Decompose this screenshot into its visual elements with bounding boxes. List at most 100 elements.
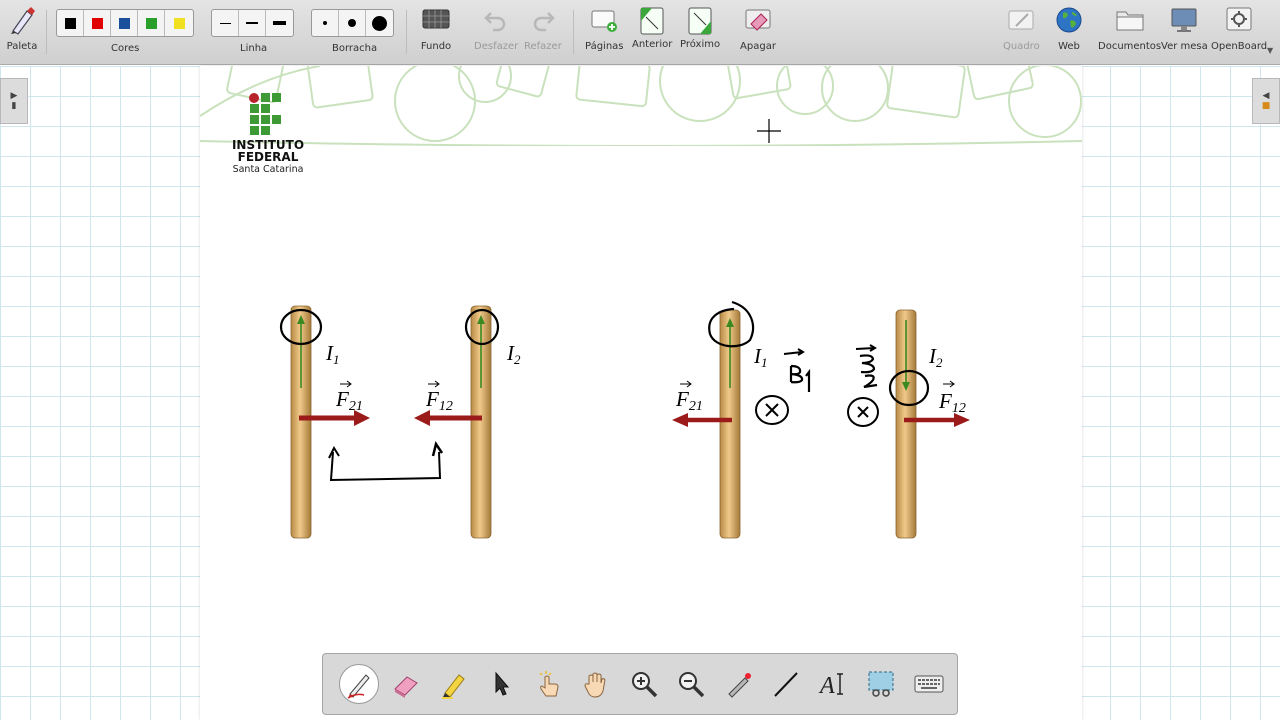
svg-text:A: A <box>818 673 835 699</box>
background-label: Fundo <box>420 41 452 52</box>
clear-label: Apagar <box>740 41 776 52</box>
right-panel-toggle[interactable]: ◀ ■ <box>1252 78 1280 124</box>
add-page-icon <box>586 4 622 36</box>
board-icon <box>1003 4 1039 36</box>
redo-label: Refazer <box>524 41 562 52</box>
line-tool[interactable] <box>763 662 811 706</box>
pages-button[interactable]: Páginas <box>585 4 624 52</box>
current-label-1: I1 <box>325 341 340 367</box>
eraser-label: Borracha <box>332 43 378 54</box>
pen-icon <box>347 674 370 699</box>
repulsion-diagram: I1 I2 F21 F12 <box>672 300 970 539</box>
eraser-tool[interactable] <box>383 662 431 706</box>
color-yellow-swatch[interactable] <box>165 10 193 36</box>
force-arrow-left <box>672 413 688 427</box>
pointing-hand-icon <box>539 671 559 697</box>
chevron-left-icon: ◀ <box>1262 91 1270 101</box>
ifsc-logo-mark <box>249 93 281 135</box>
board-mode-button[interactable]: Quadro <box>1003 4 1040 52</box>
color-red-swatch[interactable] <box>84 10 111 36</box>
current-label-2: I2 <box>928 344 943 370</box>
folder-icon <box>1112 4 1148 36</box>
globe-icon <box>1051 4 1087 36</box>
colors-label: Cores <box>111 43 140 54</box>
toolbar-divider <box>573 10 574 54</box>
clear-page-icon <box>740 4 776 36</box>
field-b2-handwritten <box>859 354 878 389</box>
ifsc-logo: INSTITUTO FEDERAL Santa Catarina <box>230 92 306 176</box>
web-button[interactable]: Web <box>1051 4 1087 52</box>
chevron-right-icon: ▶ <box>10 91 18 101</box>
marker-tool[interactable] <box>430 662 478 706</box>
left-panel-toggle[interactable]: ▶ ▮ <box>0 78 28 124</box>
undo-button[interactable]: Desfazer <box>474 4 518 52</box>
color-blue-swatch[interactable] <box>111 10 138 36</box>
pages-label: Páginas <box>585 41 624 52</box>
text-tool[interactable]: A <box>810 662 858 706</box>
arrow-pointer-icon <box>495 671 510 696</box>
previous-page-button[interactable]: Anterior <box>632 4 672 50</box>
hand-drawn-bracket <box>329 451 442 482</box>
line-icon <box>774 672 798 697</box>
capture-icon <box>868 671 894 697</box>
openboard-label: OpenBoard <box>1211 41 1268 52</box>
attraction-diagram: I1 I2 F21 F12 <box>279 305 521 539</box>
zoom-out-tool[interactable] <box>668 662 716 706</box>
next-page-button[interactable]: Próximo <box>680 4 720 50</box>
library-icon: ■ <box>1261 101 1271 111</box>
interact-tool[interactable] <box>525 662 573 706</box>
color-green-swatch[interactable] <box>138 10 165 36</box>
background-button[interactable]: Fundo <box>418 4 454 52</box>
eraser-small-option[interactable] <box>312 10 339 36</box>
capture-tool[interactable] <box>858 662 906 706</box>
gear-icon <box>1221 4 1257 36</box>
text-icon: A <box>818 673 843 699</box>
next-page-label: Próximo <box>680 39 721 50</box>
palette-button[interactable]: Paleta <box>4 4 40 52</box>
main-toolbar: Paleta Cores Linha Borracha Fundo Desfaz… <box>0 0 1280 65</box>
line-thin-option[interactable] <box>212 10 239 36</box>
openboard-menu-button[interactable]: OpenBoard <box>1211 4 1267 52</box>
logo-line-3: Santa Catarina <box>232 164 304 175</box>
show-desktop-button[interactable]: Ver mesa <box>1161 4 1208 52</box>
web-label: Web <box>1058 41 1080 52</box>
current-label-1: I1 <box>753 344 768 370</box>
laser-pointer-tool[interactable] <box>715 662 763 706</box>
highlighter-icon <box>441 674 465 699</box>
zoom-in-tool[interactable] <box>620 662 668 706</box>
eraser-large-option[interactable] <box>366 10 393 36</box>
line-medium-option[interactable] <box>239 10 266 36</box>
header-pattern <box>200 66 1082 146</box>
documents-button[interactable]: Documentos <box>1098 4 1161 52</box>
previous-page-icon <box>634 4 670 36</box>
eraser-size-group <box>311 9 394 37</box>
current-label-2: I2 <box>506 341 521 367</box>
crosshair-cursor-icon <box>757 119 781 143</box>
documents-label: Documentos <box>1098 41 1162 52</box>
keyboard-tool[interactable] <box>905 662 953 706</box>
palette-label: Paleta <box>6 41 38 52</box>
monitor-icon <box>1166 4 1202 36</box>
eraser-medium-option[interactable] <box>339 10 366 36</box>
hand-tool[interactable] <box>573 662 621 706</box>
force-label-12: F12 <box>425 387 453 414</box>
hand-icon <box>584 672 606 698</box>
clear-page-button[interactable]: Apagar <box>740 4 776 52</box>
line-thick-option[interactable] <box>266 10 293 36</box>
grid-background-icon <box>418 4 454 36</box>
undo-icon <box>478 4 514 36</box>
line-label: Linha <box>240 43 268 54</box>
redo-button[interactable]: Refazer <box>524 4 562 52</box>
board-page[interactable]: INSTITUTO FEDERAL Santa Catarina I1 I2 F… <box>200 66 1082 720</box>
selector-tool[interactable] <box>478 662 526 706</box>
force-arrow-left <box>414 410 430 426</box>
undo-label: Desfazer <box>474 41 519 52</box>
color-black-swatch[interactable] <box>57 10 84 36</box>
page-thumbnail-icon: ▮ <box>11 101 17 111</box>
chevron-down-icon[interactable]: ▼ <box>1267 46 1273 55</box>
palette-icon <box>4 4 40 36</box>
force-label-21: F21 <box>335 387 363 414</box>
pen-tool[interactable] <box>335 662 383 706</box>
show-desktop-label: Ver mesa <box>1161 41 1208 52</box>
force-label-21: F21 <box>675 387 703 414</box>
